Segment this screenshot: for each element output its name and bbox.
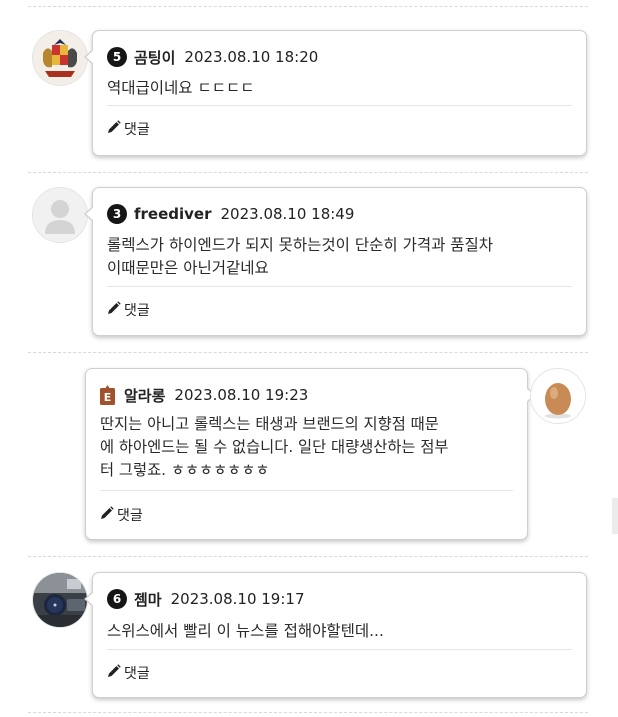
comment-text: 롤렉스가 하이엔드가 되지 못하는것이 단순히 가격과 품질차 이때문만은 아닌… xyxy=(107,234,493,280)
pencil-icon xyxy=(100,506,117,524)
comment-header: 5 곰팅이 2023.08.10 18:20 xyxy=(107,45,318,69)
pencil-icon xyxy=(107,301,124,319)
default-person-icon[interactable] xyxy=(32,187,88,243)
comment-line: 스위스에서 빨리 이 뉴스를 접해야할텐데... xyxy=(107,622,384,640)
level-badge: 6 xyxy=(107,589,127,609)
comment-separator xyxy=(28,6,588,7)
comment-divider xyxy=(107,286,572,287)
comment-text: 스위스에서 빨리 이 뉴스를 접해야할텐데... xyxy=(107,620,384,643)
comment-date: 2023.08.10 19:23 xyxy=(174,386,309,404)
svg-text:E: E xyxy=(104,391,112,404)
comment-separator xyxy=(28,352,588,353)
comment-separator xyxy=(28,172,588,173)
comment-date: 2023.08.10 18:20 xyxy=(184,48,319,66)
comment-separator xyxy=(28,712,588,713)
comment-date: 2023.08.10 18:49 xyxy=(220,205,355,223)
comment-line: 역대급이네요 ㄷㄷㄷㄷ xyxy=(107,79,255,97)
pencil-icon xyxy=(107,120,124,138)
comment-line: 딴지는 아니고 롤렉스는 태생과 브랜드의 지향점 때문 xyxy=(100,415,439,433)
reply-button[interactable]: 댓글 xyxy=(107,119,150,139)
username[interactable]: freediver xyxy=(134,205,212,223)
comment-line: 터 그렇죠. ㅎㅎㅎㅎㅎㅎㅎ xyxy=(100,461,270,479)
comment-header: E 알라롱 2023.08.10 19:23 xyxy=(100,383,308,407)
username[interactable]: 젬마 xyxy=(134,589,162,610)
reply-label: 댓글 xyxy=(117,508,143,524)
egg-avatar-icon[interactable] xyxy=(530,368,586,424)
watch-avatar-icon[interactable] xyxy=(32,572,88,628)
comment-date: 2023.08.10 19:17 xyxy=(170,590,305,608)
comment-line: 이때문만은 아닌거같네요 xyxy=(107,259,269,277)
comment-separator xyxy=(28,556,588,557)
reply-button[interactable]: 댓글 xyxy=(100,505,143,525)
scrollbar[interactable] xyxy=(612,498,618,534)
comment-line: 에 하아엔드는 될 수 없습니다. 일단 대량생산하는 점부 xyxy=(100,438,449,456)
reply-button[interactable]: 댓글 xyxy=(107,663,150,683)
comment-divider xyxy=(107,649,572,650)
crest-avatar-icon[interactable] xyxy=(32,30,88,86)
pencil-icon xyxy=(107,664,124,682)
comment-bubble: 5 곰팅이 2023.08.10 18:20 역대급이네요 ㄷㄷㄷㄷ 댓글 xyxy=(84,30,587,156)
reply-button[interactable]: 댓글 xyxy=(107,300,150,320)
username[interactable]: 곰팅이 xyxy=(134,47,175,68)
comment-text: 딴지는 아니고 롤렉스는 태생과 브랜드의 지향점 때문 에 하아엔드는 될 수… xyxy=(100,413,449,482)
comment-bubble: 3 freediver 2023.08.10 18:49 롤렉스가 하이엔드가 … xyxy=(84,187,587,336)
comment-text: 역대급이네요 ㄷㄷㄷㄷ xyxy=(107,77,255,100)
username[interactable]: 알라롱 xyxy=(124,385,165,406)
comment-bubble: E 알라롱 2023.08.10 19:23 딴지는 아니고 롤렉스는 태생과 … xyxy=(85,368,536,540)
comment-divider xyxy=(100,490,513,491)
comment-header: 6 젬마 2023.08.10 19:17 xyxy=(107,587,305,611)
comment-divider xyxy=(107,105,572,106)
comment-header: 3 freediver 2023.08.10 18:49 xyxy=(107,202,354,226)
level-badge: 5 xyxy=(107,47,127,67)
comment-bubble: 6 젬마 2023.08.10 19:17 스위스에서 빨리 이 뉴스를 접해야… xyxy=(84,572,587,698)
reply-label: 댓글 xyxy=(124,666,150,682)
reply-label: 댓글 xyxy=(124,122,150,138)
reply-label: 댓글 xyxy=(124,303,150,319)
manager-badge-icon: E xyxy=(100,385,115,405)
comment-line: 롤렉스가 하이엔드가 되지 못하는것이 단순히 가격과 품질차 xyxy=(107,236,494,254)
level-badge: 3 xyxy=(107,204,127,224)
